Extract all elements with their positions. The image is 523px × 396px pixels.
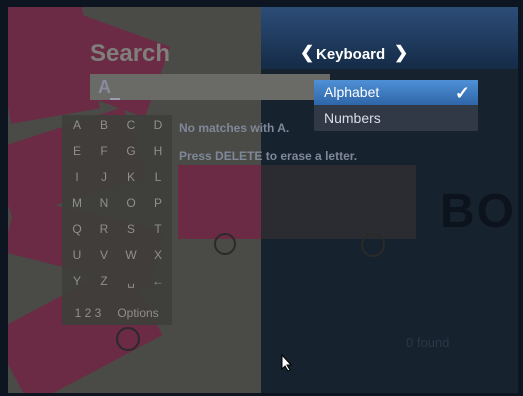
- option-numbers[interactable]: Numbers: [314, 106, 478, 131]
- key-11[interactable]: L: [145, 164, 171, 190]
- numbers-key[interactable]: 1 2 3: [64, 300, 112, 326]
- key-18[interactable]: S: [118, 216, 144, 242]
- chevron-left-icon[interactable]: ❮: [300, 43, 314, 63]
- key-22[interactable]: W: [118, 242, 144, 268]
- mouse-pointer-icon: [281, 354, 293, 372]
- keyboard-dropdown[interactable]: Alphabet ✓ Numbers: [314, 80, 478, 131]
- key-26[interactable]: ␣: [118, 268, 144, 294]
- search-query: A: [98, 77, 111, 97]
- key-14[interactable]: O: [118, 190, 144, 216]
- background-ring: [361, 233, 385, 257]
- key-20[interactable]: U: [64, 242, 90, 268]
- key-16[interactable]: Q: [64, 216, 90, 242]
- key-15[interactable]: P: [145, 190, 171, 216]
- key-25[interactable]: Z: [91, 268, 117, 294]
- option-numbers-label: Numbers: [324, 110, 381, 126]
- key-2[interactable]: C: [118, 112, 144, 138]
- key-8[interactable]: I: [64, 164, 90, 190]
- key-4[interactable]: E: [64, 138, 90, 164]
- key-5[interactable]: F: [91, 138, 117, 164]
- options-key[interactable]: Options: [108, 300, 168, 326]
- chevron-right-icon[interactable]: ❯: [394, 43, 408, 63]
- key-9[interactable]: J: [91, 164, 117, 190]
- results-count: 0 found: [406, 335, 450, 350]
- result-tile: [261, 165, 416, 239]
- key-7[interactable]: H: [145, 138, 171, 164]
- result-background-text: BO: [440, 185, 516, 238]
- key-27[interactable]: ←: [145, 268, 171, 294]
- search-input[interactable]: [90, 74, 330, 100]
- background-ring: [214, 233, 236, 255]
- key-23[interactable]: X: [145, 242, 171, 268]
- key-6[interactable]: G: [118, 138, 144, 164]
- key-12[interactable]: M: [64, 190, 90, 216]
- media-center-screen: Search A A B C D E F G H I J K L M N O P Q R S T U V W X Y Z ␣ ← 1 …: [8, 7, 518, 393]
- key-1[interactable]: B: [91, 112, 117, 138]
- checkmark-icon: ✓: [454, 83, 470, 103]
- text-cursor: [110, 98, 120, 100]
- background-art: [178, 165, 261, 239]
- background-ring: [116, 327, 140, 351]
- key-3[interactable]: D: [145, 112, 171, 138]
- key-24[interactable]: Y: [64, 268, 90, 294]
- keyboard-title: Keyboard: [316, 46, 386, 63]
- no-matches-message: No matches with A.: [179, 121, 290, 135]
- delete-hint-message: Press DELETE to erase a letter.: [179, 149, 358, 163]
- key-19[interactable]: T: [145, 216, 171, 242]
- key-17[interactable]: R: [91, 216, 117, 242]
- key-0[interactable]: A: [64, 112, 90, 138]
- key-13[interactable]: N: [91, 190, 117, 216]
- option-alphabet-label: Alphabet: [324, 84, 380, 100]
- option-alphabet[interactable]: Alphabet ✓: [314, 80, 478, 105]
- key-21[interactable]: V: [91, 242, 117, 268]
- key-10[interactable]: K: [118, 164, 144, 190]
- page-title: Search: [90, 40, 171, 67]
